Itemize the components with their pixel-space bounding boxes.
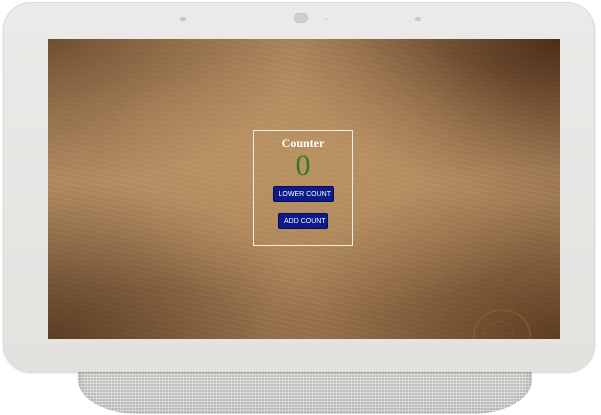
counter-card: Counter 0 LOWER COUNT ADD COUNT [253, 130, 353, 246]
device-mockup: Counter 0 LOWER COUNT ADD COUNT [0, 0, 601, 415]
device-screen: Counter 0 LOWER COUNT ADD COUNT [48, 39, 560, 339]
counter-title: Counter [281, 136, 325, 150]
counter-value: 0 [295, 149, 311, 182]
light-sensor-left [180, 17, 186, 21]
mic-dot [325, 18, 327, 20]
add-count-button[interactable]: ADD COUNT [278, 213, 328, 229]
light-sensor-right [415, 17, 421, 21]
camera-icon [294, 13, 308, 23]
device-bezel: Counter 0 LOWER COUNT ADD COUNT [3, 2, 595, 372]
lower-count-button[interactable]: LOWER COUNT [272, 186, 334, 202]
